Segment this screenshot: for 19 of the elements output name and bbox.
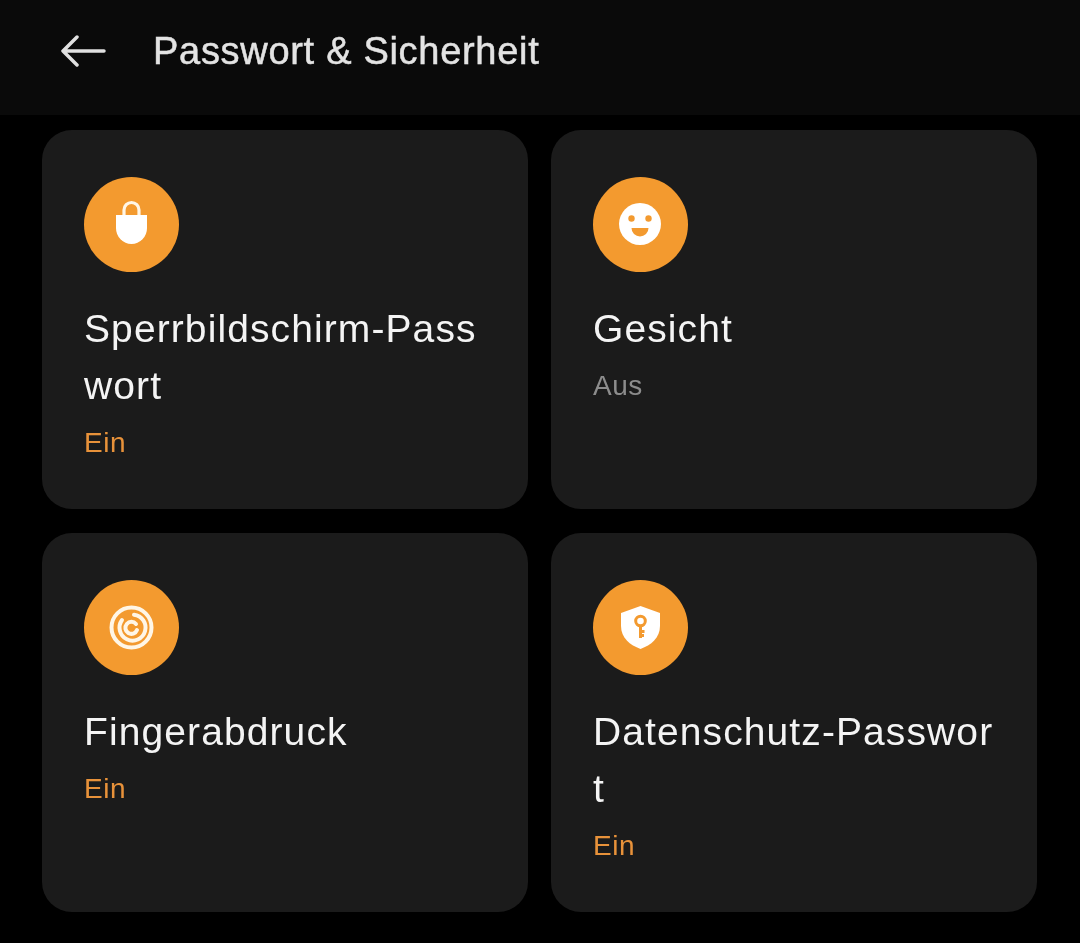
shield-key-icon xyxy=(593,580,688,675)
setting-card[interactable]: Datenschutz-Passwort Ein xyxy=(551,533,1037,912)
padlock-icon xyxy=(84,177,179,272)
setting-title: Datenschutz-Passwort xyxy=(593,709,995,812)
back-arrow-icon xyxy=(60,34,106,67)
setting-card[interactable]: Fingerabdruck Ein xyxy=(42,533,528,912)
setting-title: Sperrbildschirm-Passwort xyxy=(84,306,478,409)
smiley-face-icon xyxy=(593,177,688,272)
setting-card[interactable]: Sperrbildschirm-Passwort Ein xyxy=(42,130,528,509)
setting-title: Gesicht xyxy=(593,306,734,352)
status-label: Ein xyxy=(84,772,126,806)
setting-title: Fingerabdruck xyxy=(84,709,349,755)
status-label: Ein xyxy=(593,829,635,863)
status-label: Ein xyxy=(84,426,126,460)
page-title: Passwort & Sicherheit xyxy=(153,28,540,74)
status-label: Aus xyxy=(593,369,643,403)
back-button[interactable] xyxy=(58,32,108,69)
setting-card[interactable]: Gesicht Aus xyxy=(551,130,1037,509)
fingerprint-icon xyxy=(84,580,179,675)
